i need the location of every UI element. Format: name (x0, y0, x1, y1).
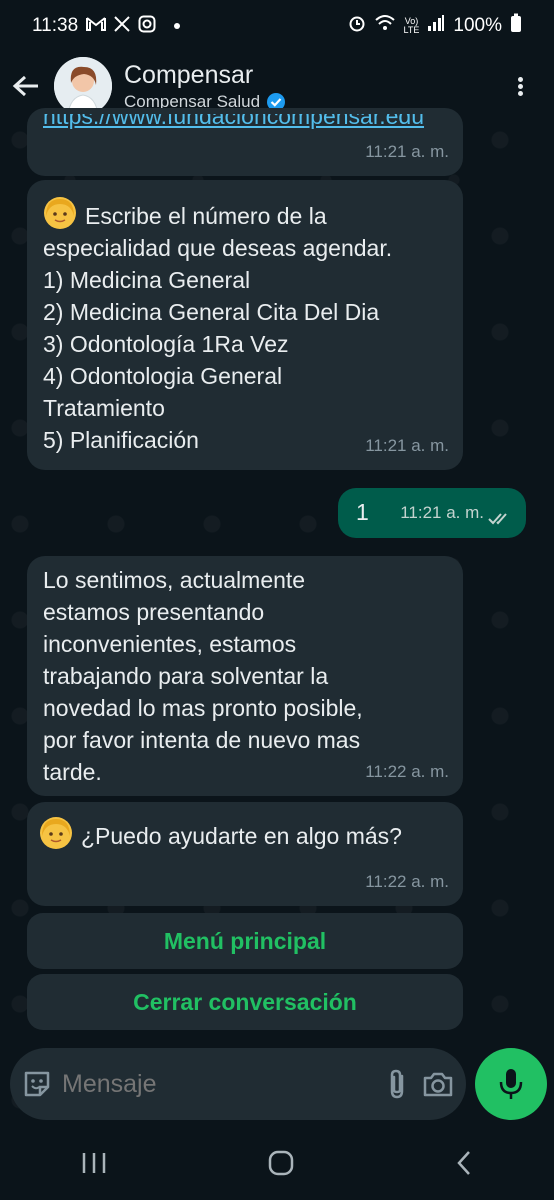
sticker-icon (24, 1071, 50, 1097)
message-time: 11:21 a. m. (400, 503, 484, 522)
attach-button[interactable] (386, 1064, 408, 1104)
battery-icon (510, 13, 522, 39)
back-nav-button[interactable] (455, 1150, 473, 1181)
sticker-button[interactable] (22, 1064, 52, 1104)
message-bubble[interactable]: https://www.fundacioncompensar.edu 11:21… (27, 108, 463, 176)
volte-icon: Vo) LTE (403, 16, 420, 35)
message-line: Tratamiento (43, 395, 165, 421)
home-icon (268, 1150, 294, 1175)
message-time: 11:21 a. m. (365, 436, 449, 455)
voice-message-button[interactable] (475, 1048, 547, 1120)
message-text: ¿Puedo ayudarte en algo más? (81, 823, 402, 849)
woman-emoji-icon (40, 817, 72, 849)
paperclip-icon (390, 1069, 404, 1099)
status-time: 11:38 (32, 15, 79, 36)
message-time: 11:21 a. m. (365, 142, 449, 161)
x-icon (114, 15, 130, 37)
signal-icon (427, 14, 445, 38)
back-button[interactable] (10, 70, 42, 102)
recent-apps-icon (82, 1152, 105, 1173)
more-vert-icon (517, 75, 523, 98)
more-options-button[interactable] (500, 66, 540, 106)
message-time: 11:22 a. m. (365, 872, 449, 891)
message-link[interactable]: https://www.fundacioncompensar.edu (43, 114, 424, 129)
message-line: especialidad que deseas agendar. (43, 235, 393, 261)
message-bubble-outgoing[interactable]: 1 11:21 a. m. (338, 488, 526, 538)
message-line: Escribe el número de la (85, 203, 327, 229)
wifi-icon (374, 14, 396, 38)
message-line: inconvenientes, estamos (43, 631, 297, 657)
battery-text: 100% (453, 15, 502, 36)
message-bubble[interactable]: ¿Puedo ayudarte en algo más? 11:22 a. m. (27, 802, 463, 906)
chat-title[interactable]: Compensar (124, 60, 500, 90)
double-check-icon (488, 513, 507, 525)
message-line: estamos presentando (43, 599, 265, 625)
quick-reply-close-conversation[interactable]: Cerrar conversación (27, 974, 463, 1030)
message-time: 11:22 a. m. (365, 762, 449, 781)
message-line: por favor intenta de nuevo mas (43, 727, 361, 753)
gmail-icon (86, 16, 107, 37)
message-line: novedad lo mas pronto posible, (43, 695, 363, 721)
message-composer (10, 1048, 466, 1120)
quick-reply-main-menu[interactable]: Menú principal (27, 913, 463, 969)
instagram-icon (138, 15, 156, 38)
system-navigation-bar (0, 1130, 554, 1200)
message-line: 3) Odontología 1Ra Vez (43, 331, 289, 357)
microphone-icon (499, 1069, 523, 1099)
home-button[interactable] (268, 1150, 294, 1181)
message-input[interactable] (60, 1068, 386, 1100)
message-line: 2) Medicina General Cita Del Dia (43, 299, 380, 325)
message-bubble[interactable]: Escribe el número de la especialidad que… (27, 180, 463, 470)
dot-icon (174, 23, 181, 29)
arrow-left-icon (12, 75, 38, 97)
message-line: trabajando para solventar la (43, 663, 329, 689)
avatar[interactable] (54, 57, 112, 115)
chevron-left-icon (457, 1150, 471, 1175)
alarm-icon (348, 14, 366, 38)
woman-emoji-icon (44, 197, 76, 229)
message-bubble[interactable]: Lo sentimos, actualmente estamos present… (27, 556, 463, 796)
message-line: 1) Medicina General (43, 267, 251, 293)
message-text: 1 (356, 499, 369, 525)
camera-icon (423, 1072, 453, 1097)
status-bar: 11:38 Vo) LTE 100% (0, 0, 554, 52)
message-line: Lo sentimos, actualmente (43, 567, 306, 593)
recent-apps-button[interactable] (81, 1152, 107, 1179)
message-line: 4) Odontologia General (43, 363, 283, 389)
camera-button[interactable] (422, 1064, 454, 1104)
